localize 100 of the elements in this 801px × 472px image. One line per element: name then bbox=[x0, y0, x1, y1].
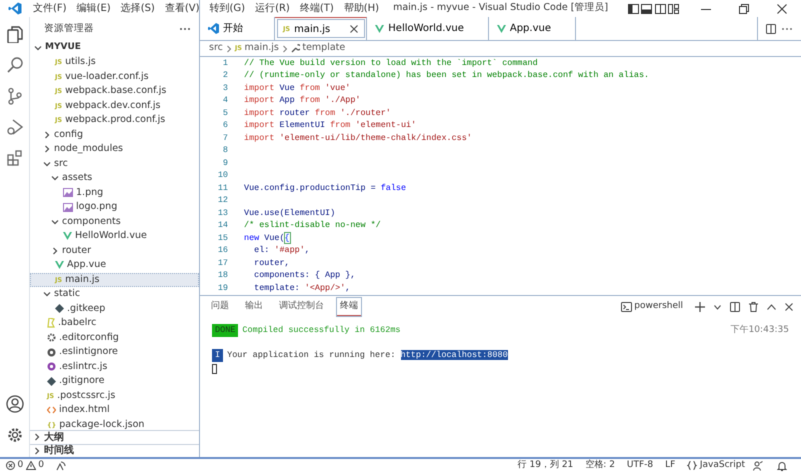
restore-icon[interactable] bbox=[739, 4, 749, 14]
file-tree-item[interactable]: components bbox=[30, 214, 199, 229]
file-tree-item[interactable]: assets bbox=[30, 171, 199, 186]
file-tree-item[interactable]: index.html bbox=[30, 403, 199, 418]
breadcrumb-item[interactable]: src bbox=[209, 41, 223, 56]
file-tree-item[interactable]: config bbox=[30, 128, 199, 142]
search-icon[interactable] bbox=[6, 56, 24, 74]
source-control-icon[interactable] bbox=[6, 87, 24, 105]
split-layout-icon[interactable] bbox=[654, 4, 666, 14]
line-number: 16 bbox=[216, 244, 228, 258]
feedback-icon[interactable] bbox=[753, 460, 763, 470]
line-number: 7 bbox=[222, 132, 228, 145]
file-tree-item[interactable]: .gitignore bbox=[30, 374, 199, 388]
settings-icon[interactable] bbox=[6, 426, 24, 444]
file-tree-item[interactable]: node_modules bbox=[30, 142, 199, 156]
file-tree-item[interactable]: src bbox=[30, 156, 199, 171]
section-header[interactable]: 大纲 bbox=[30, 430, 199, 444]
customize-layout-icon[interactable] bbox=[668, 4, 679, 14]
image-file-icon bbox=[63, 202, 73, 212]
line-number: 8 bbox=[222, 144, 228, 158]
problems-indicator[interactable]: 0 0 bbox=[6, 458, 44, 472]
terminal-selector[interactable]: powershell bbox=[620, 300, 683, 314]
close-icon[interactable] bbox=[350, 25, 358, 33]
menu-item[interactable]: 帮助(H) bbox=[338, 1, 384, 16]
menu-item[interactable]: 文件(F) bbox=[28, 1, 72, 16]
menu-item[interactable]: 选择(S) bbox=[116, 1, 160, 16]
run-debug-icon[interactable] bbox=[6, 118, 24, 136]
code-line: router, bbox=[253, 256, 290, 270]
breadcrumb-item[interactable]: template bbox=[290, 41, 346, 56]
file-tree-item[interactable]: logo.png bbox=[30, 200, 199, 214]
babel-file-icon bbox=[47, 318, 55, 328]
terminal-cursor bbox=[212, 364, 217, 374]
file-tree-item[interactable]: .editorconfig bbox=[30, 330, 199, 345]
menu-item[interactable]: 转到(G) bbox=[204, 1, 250, 16]
extensions-icon[interactable] bbox=[6, 149, 24, 167]
vscode-logo-icon bbox=[208, 23, 219, 34]
line-number: 17 bbox=[216, 256, 228, 270]
more-icon[interactable] bbox=[179, 27, 191, 31]
window-title: main.js - myvue - Visual Studio Code [管理员] bbox=[393, 1, 608, 16]
chevron-down-icon[interactable] bbox=[43, 290, 51, 298]
chevron-down-icon[interactable] bbox=[34, 44, 42, 52]
code-line: import router from './router' bbox=[244, 106, 391, 120]
split-editor-icon[interactable] bbox=[766, 24, 776, 34]
vue-file-icon bbox=[63, 232, 72, 240]
code-line: import App from './App' bbox=[244, 94, 360, 108]
error-count: 0 bbox=[18, 458, 24, 472]
files-icon[interactable] bbox=[6, 25, 24, 43]
warning-icon bbox=[26, 461, 36, 470]
vscode-logo-icon bbox=[8, 2, 22, 15]
file-tree-item[interactable]: static bbox=[30, 287, 199, 302]
line-number: 9 bbox=[222, 156, 228, 170]
code-line: components: { App }, bbox=[253, 269, 356, 282]
file-tree-item[interactable]: App.vue bbox=[30, 258, 199, 272]
circle-file-icon bbox=[47, 348, 56, 357]
chevron-right-icon bbox=[226, 44, 232, 52]
project-title: MYVUE bbox=[45, 41, 81, 54]
panel-toggle-icon[interactable] bbox=[641, 4, 652, 14]
menu-item[interactable]: 终端(T) bbox=[294, 1, 339, 16]
section-header[interactable]: 时间线 bbox=[30, 444, 199, 457]
close-icon[interactable] bbox=[777, 4, 787, 14]
more-icon[interactable] bbox=[781, 26, 793, 30]
diamond-file-icon bbox=[55, 304, 64, 314]
file-tree-item[interactable]: .gitkeep bbox=[30, 302, 199, 316]
sidebar-toggle-icon[interactable] bbox=[628, 4, 638, 14]
status-badge: I bbox=[212, 349, 224, 362]
menu-item[interactable]: 查看(V) bbox=[160, 1, 204, 16]
terminal-icon bbox=[620, 302, 632, 312]
panel-tab[interactable]: 终端 bbox=[337, 298, 361, 316]
file-tree-item[interactable]: .eslintignore bbox=[30, 345, 199, 360]
menu-item[interactable]: 运行(R) bbox=[250, 1, 295, 16]
maximize-panel-icon[interactable] bbox=[767, 304, 776, 310]
panel-tab[interactable]: 调试控制台 bbox=[276, 298, 327, 316]
close-icon[interactable] bbox=[785, 303, 793, 311]
panel-tab[interactable]: 问题 bbox=[208, 298, 232, 316]
language-mode[interactable]: JavaScript bbox=[683, 458, 749, 472]
vue-file-icon bbox=[496, 24, 506, 32]
chevron-right-icon[interactable] bbox=[51, 246, 59, 255]
menu-item[interactable]: 编辑(E) bbox=[72, 1, 116, 16]
error-icon bbox=[6, 461, 15, 470]
line-ending[interactable]: LF bbox=[661, 458, 680, 472]
chevron-down-icon[interactable] bbox=[51, 218, 59, 226]
file-tree-item[interactable]: .babelrc bbox=[30, 316, 199, 330]
account-icon[interactable] bbox=[6, 395, 24, 413]
vue-file-icon bbox=[55, 261, 64, 270]
encoding[interactable]: UTF-8 bbox=[622, 458, 658, 472]
bell-icon[interactable] bbox=[777, 460, 787, 470]
indentation[interactable]: 空格: 2 bbox=[581, 458, 619, 472]
file-tree-item[interactable]: 1.png bbox=[30, 186, 199, 200]
cursor-position[interactable]: 行 19，列 21 bbox=[514, 458, 578, 472]
chevron-down-icon[interactable] bbox=[714, 304, 721, 310]
plus-icon[interactable] bbox=[695, 302, 705, 312]
terminal-line: Compiled successfully in 6162ms bbox=[242, 324, 401, 337]
file-tree-item[interactable]: .eslintrc.js bbox=[30, 360, 199, 374]
panel-tab[interactable]: 输出 bbox=[242, 298, 266, 316]
trash-icon[interactable] bbox=[749, 302, 758, 312]
file-tree-item[interactable]: HelloWorld.vue bbox=[30, 229, 199, 244]
code-file-icon bbox=[47, 406, 56, 414]
split-terminal-icon[interactable] bbox=[730, 302, 740, 312]
code-line: template: '<App/>', bbox=[253, 282, 350, 295]
file-tree-item[interactable]: router bbox=[30, 244, 199, 258]
